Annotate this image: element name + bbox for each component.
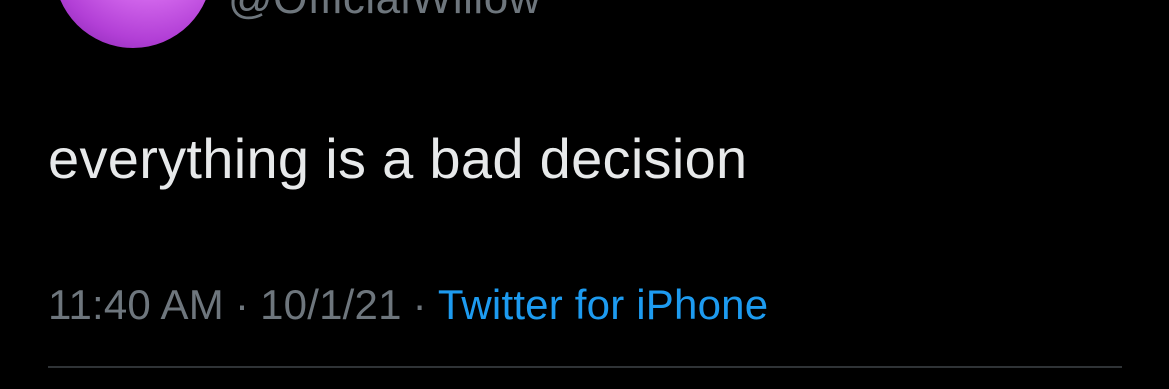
user-handle[interactable]: @OfficialWillow xyxy=(228,0,541,24)
avatar[interactable] xyxy=(54,0,212,48)
tweet-source-link[interactable]: Twitter for iPhone xyxy=(438,281,768,328)
tweet-detail: @OfficialWillow everything is a bad deci… xyxy=(0,0,1169,389)
tweet-time[interactable]: 11:40 AM xyxy=(48,281,224,328)
tweet-date[interactable]: 10/1/21 xyxy=(260,281,402,328)
tweet-text: everything is a bad decision xyxy=(48,127,748,190)
tweet-metadata: 11:40 AM · 10/1/21 · Twitter for iPhone xyxy=(48,278,768,332)
separator-dot: · xyxy=(234,281,250,328)
separator-dot: · xyxy=(412,281,427,328)
divider xyxy=(48,366,1122,368)
